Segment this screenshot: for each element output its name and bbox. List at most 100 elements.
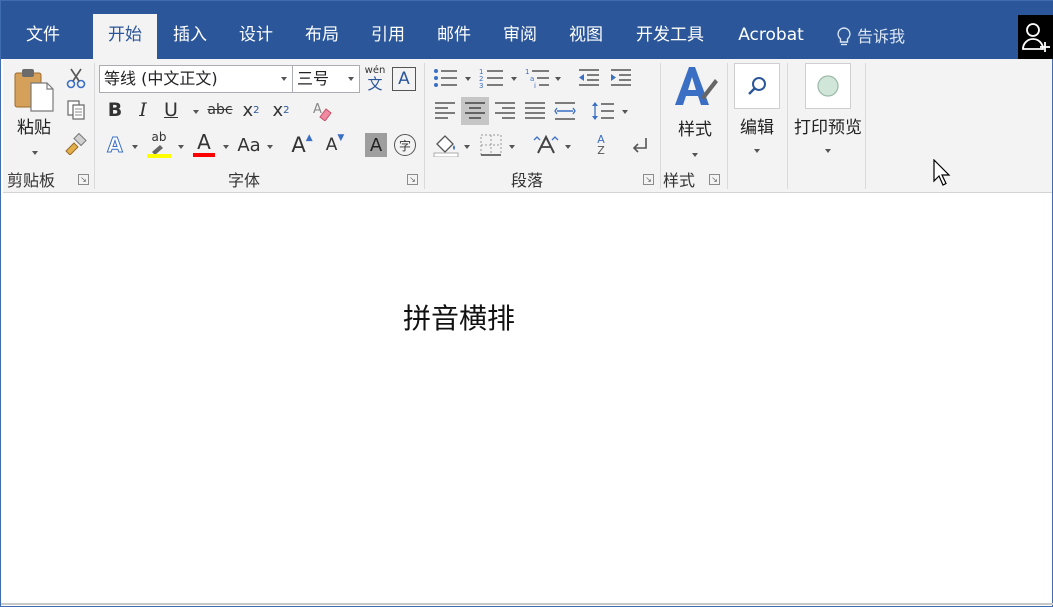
editing-button[interactable]: 编辑 bbox=[733, 63, 781, 163]
line-spacing-button[interactable] bbox=[589, 97, 617, 125]
change-case-button[interactable]: Aa bbox=[235, 131, 263, 159]
highlighter-icon bbox=[147, 145, 171, 158]
shading-dropdown-icon[interactable] bbox=[464, 145, 470, 149]
character-shading-button[interactable]: A bbox=[365, 133, 387, 157]
numbering-dropdown-icon[interactable] bbox=[511, 77, 517, 81]
format-painter-button[interactable] bbox=[63, 131, 89, 157]
sort-button[interactable]: A Z bbox=[587, 131, 615, 159]
subscript-button[interactable]: x2 bbox=[239, 97, 263, 123]
tab-developer[interactable]: 开发工具 bbox=[623, 14, 717, 59]
text-effects-dropdown-icon[interactable] bbox=[132, 145, 138, 149]
distributed-button[interactable] bbox=[551, 97, 579, 125]
character-border-button[interactable]: A bbox=[392, 67, 416, 91]
font-launcher-icon[interactable]: ↘ bbox=[407, 174, 418, 185]
font-color-button[interactable]: A bbox=[191, 129, 217, 159]
svg-text:i: i bbox=[534, 82, 536, 89]
paragraph-launcher-icon[interactable]: ↘ bbox=[643, 174, 654, 185]
line-spacing-icon bbox=[592, 102, 614, 120]
tab-review[interactable]: 审阅 bbox=[489, 14, 551, 59]
magnifier-icon bbox=[748, 77, 766, 95]
bullets-dropdown-icon[interactable] bbox=[465, 77, 471, 81]
line-spacing-dropdown-icon[interactable] bbox=[622, 110, 628, 114]
clipboard-launcher-icon[interactable]: ↘ bbox=[78, 174, 89, 185]
borders-dropdown-icon[interactable] bbox=[509, 145, 515, 149]
italic-button[interactable]: I bbox=[131, 97, 155, 123]
print-preview-label: 打印预览 bbox=[794, 118, 862, 138]
styles-group-label: 样式 bbox=[663, 171, 696, 190]
add-person-icon bbox=[1022, 23, 1050, 52]
tell-me-search[interactable]: 告诉我 bbox=[835, 23, 905, 51]
underline-dropdown-icon[interactable] bbox=[193, 110, 199, 114]
paintbrush-icon bbox=[65, 133, 87, 155]
tab-home[interactable]: 开始 bbox=[93, 14, 157, 59]
font-name-combo[interactable]: 等线 (中文正文) bbox=[99, 65, 293, 93]
styles-launcher-icon[interactable]: ↘ bbox=[709, 174, 720, 185]
justify-button[interactable] bbox=[521, 97, 549, 125]
chinese-layout-button[interactable] bbox=[531, 131, 561, 159]
font-color-dropdown-icon[interactable] bbox=[223, 145, 229, 149]
paragraph-group-label: 段落 bbox=[511, 171, 544, 190]
tab-insert[interactable]: 插入 bbox=[159, 14, 221, 59]
document-canvas[interactable]: 拼音横排 bbox=[3, 194, 1052, 606]
group-separator bbox=[94, 63, 95, 189]
tab-design[interactable]: 设计 bbox=[225, 14, 287, 59]
group-separator bbox=[727, 63, 728, 189]
tab-acrobat[interactable]: Acrobat bbox=[725, 14, 817, 59]
align-right-button[interactable] bbox=[491, 97, 519, 125]
chinese-layout-dropdown-icon[interactable] bbox=[565, 145, 571, 149]
paste-label: 粘贴 bbox=[17, 118, 51, 138]
highlight-button[interactable]: ab bbox=[145, 129, 173, 159]
numbering-button[interactable]: 1 2 3 bbox=[475, 65, 509, 91]
group-separator bbox=[787, 63, 788, 189]
font-name-value: 等线 (中文正文) bbox=[104, 69, 218, 88]
font-group-label: 字体 bbox=[228, 171, 261, 190]
clear-formatting-button[interactable]: A bbox=[309, 97, 335, 123]
chevron-down-icon bbox=[754, 149, 760, 153]
bold-button[interactable]: B bbox=[103, 97, 127, 123]
print-preview-button[interactable]: 打印预览 bbox=[791, 63, 865, 163]
highlight-dropdown-icon[interactable] bbox=[178, 145, 184, 149]
font-color-swatch bbox=[193, 153, 215, 157]
group-separator bbox=[865, 63, 866, 189]
tab-layout[interactable]: 布局 bbox=[291, 14, 353, 59]
cut-button[interactable] bbox=[63, 65, 89, 91]
paste-button[interactable]: 粘贴 bbox=[9, 65, 59, 155]
font-size-combo[interactable]: 三号 bbox=[292, 65, 360, 93]
grow-font-glyph: A bbox=[291, 133, 306, 157]
show-marks-button[interactable] bbox=[627, 131, 655, 159]
status-divider bbox=[1, 603, 1053, 605]
copy-button[interactable] bbox=[63, 97, 89, 123]
underline-button[interactable]: U bbox=[159, 97, 183, 123]
strikethrough-button[interactable]: abc bbox=[205, 97, 235, 123]
borders-icon bbox=[480, 134, 502, 156]
superscript-button[interactable]: x2 bbox=[269, 97, 293, 123]
multilevel-dropdown-icon[interactable] bbox=[555, 77, 561, 81]
paste-icon bbox=[14, 69, 54, 112]
align-left-icon bbox=[435, 102, 455, 119]
numbered-list-icon: 1 2 3 bbox=[479, 68, 503, 89]
multilevel-list-button[interactable]: 1 a i bbox=[521, 65, 555, 91]
tab-references[interactable]: 引用 bbox=[357, 14, 419, 59]
align-center-button[interactable] bbox=[461, 97, 489, 125]
align-left-button[interactable] bbox=[431, 97, 459, 125]
styles-button[interactable]: 样式 bbox=[665, 63, 725, 163]
shrink-font-button[interactable]: A ▼ bbox=[321, 131, 349, 159]
tab-file[interactable]: 文件 bbox=[11, 14, 75, 59]
text-effects-button[interactable]: A bbox=[103, 131, 127, 159]
tab-mailings[interactable]: 邮件 bbox=[423, 14, 485, 59]
document-text[interactable]: 拼音横排 bbox=[403, 297, 515, 337]
shading-button[interactable] bbox=[431, 131, 461, 159]
increase-indent-button[interactable] bbox=[607, 65, 635, 91]
indent-icon bbox=[611, 69, 631, 86]
tab-view[interactable]: 视图 bbox=[555, 14, 617, 59]
grow-font-button[interactable]: A ▲ bbox=[288, 131, 316, 159]
account-button[interactable] bbox=[1018, 15, 1053, 59]
borders-button[interactable] bbox=[477, 131, 505, 159]
bullet-list-icon bbox=[434, 69, 457, 87]
decrease-indent-button[interactable] bbox=[575, 65, 603, 91]
phonetic-guide-button[interactable]: wén 文 bbox=[362, 63, 388, 95]
bullets-button[interactable] bbox=[429, 65, 463, 91]
change-case-dropdown-icon[interactable] bbox=[267, 145, 273, 149]
sort-z-glyph: Z bbox=[597, 144, 605, 157]
enclose-characters-button[interactable]: 字 bbox=[394, 134, 416, 156]
